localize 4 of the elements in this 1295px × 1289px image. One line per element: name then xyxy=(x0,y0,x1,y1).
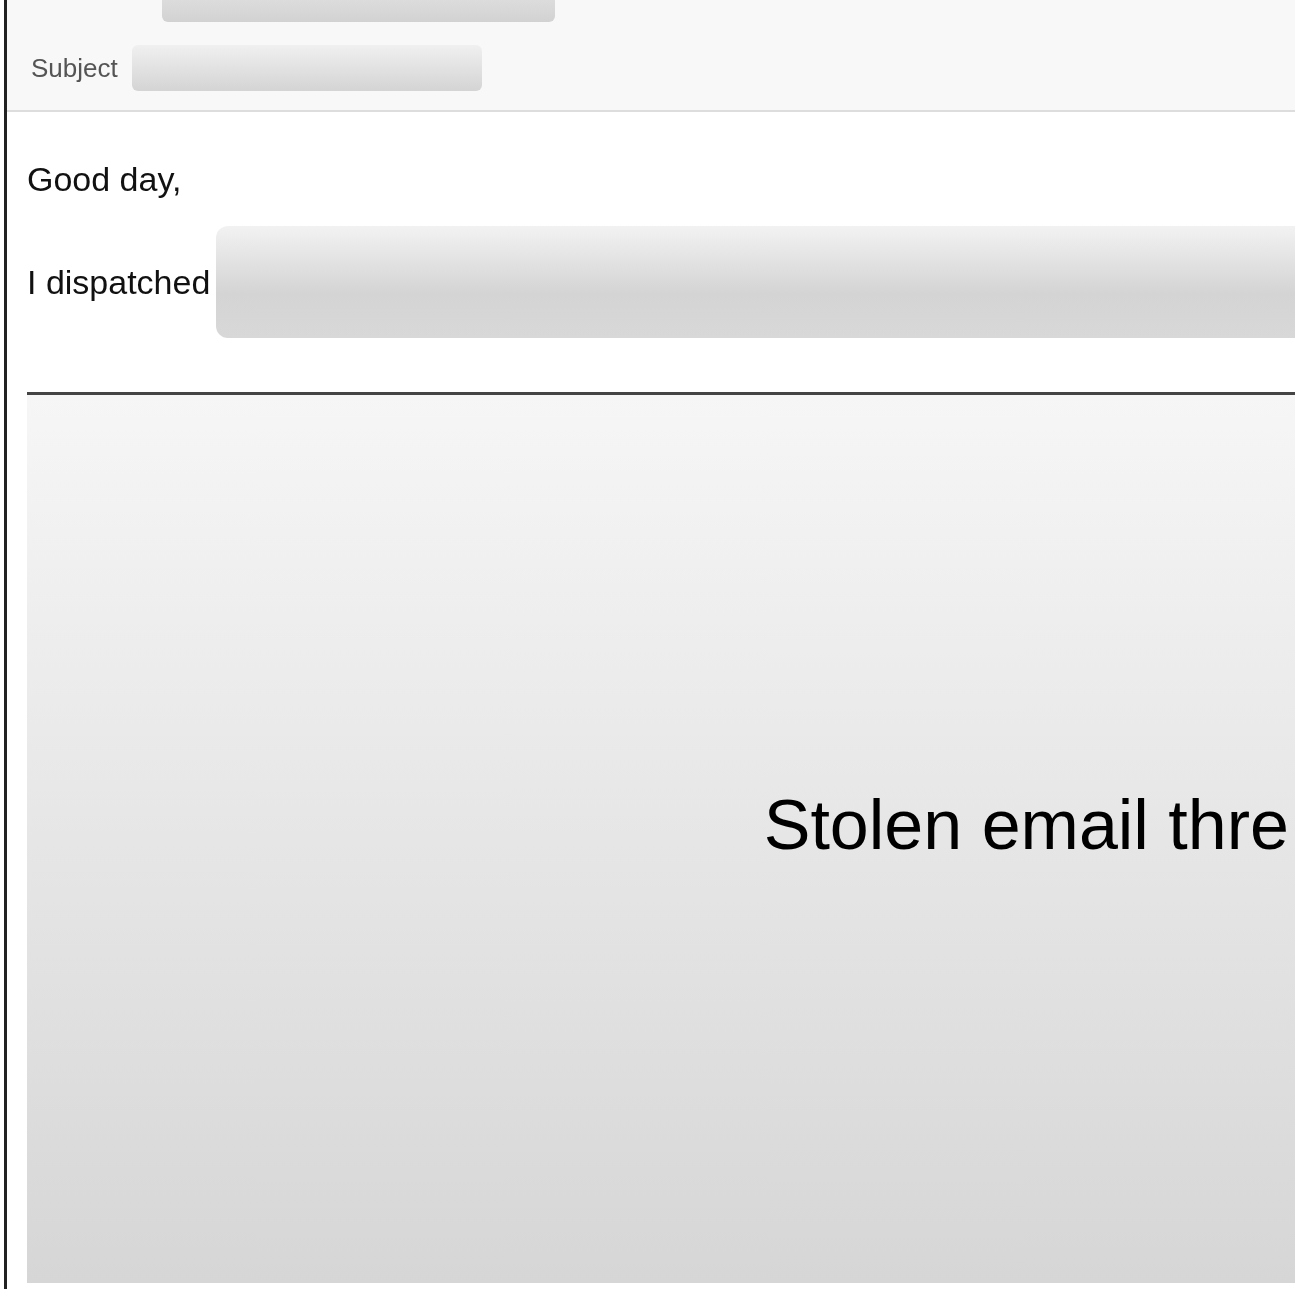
body-text: I dispatched xyxy=(27,262,211,302)
subject-label: Subject xyxy=(31,52,118,84)
greeting-text: Good day, xyxy=(27,160,183,200)
slide-caption: Stolen email thre xyxy=(763,785,1289,865)
